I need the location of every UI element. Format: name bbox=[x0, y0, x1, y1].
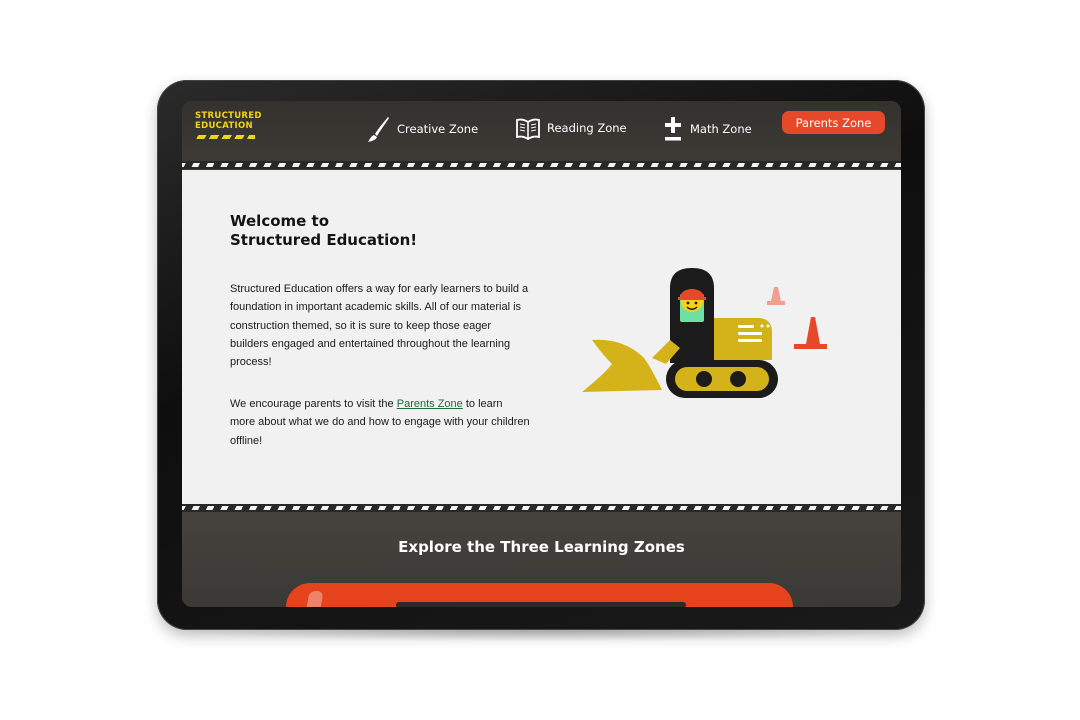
nav-math-zone[interactable]: Math Zone bbox=[662, 115, 752, 143]
site-header: STRUCTURED EDUCATION Creative Zone Readi… bbox=[182, 101, 901, 167]
logo-stripes bbox=[195, 135, 255, 139]
nav-creative-zone[interactable]: Creative Zone bbox=[367, 115, 478, 143]
card-shine bbox=[302, 591, 324, 607]
parents-zone-link[interactable]: Parents Zone bbox=[397, 398, 463, 410]
tablet-screen: STRUCTURED EDUCATION Creative Zone Readi… bbox=[182, 101, 901, 607]
paragraph-text: We encourage parents to visit the bbox=[230, 398, 397, 410]
card-inner-bar bbox=[396, 602, 686, 607]
paintbrush-icon bbox=[368, 117, 389, 142]
welcome-title: Welcome to Structured Education! bbox=[230, 212, 418, 249]
logo-text: STRUCTURED EDUCATION bbox=[195, 111, 262, 131]
road-stripe-divider bbox=[182, 161, 901, 169]
parents-zone-button[interactable]: Parents Zone bbox=[782, 111, 885, 134]
open-book-icon bbox=[516, 118, 540, 141]
nav-reading-zone[interactable]: Reading Zone bbox=[515, 115, 627, 141]
learning-zones-section: Explore the Three Learning Zones bbox=[182, 512, 901, 607]
nav-label: Reading Zone bbox=[547, 121, 627, 135]
nav-label: Math Zone bbox=[690, 122, 752, 136]
intro-paragraph: Structured Education offers a way for ea… bbox=[230, 283, 529, 369]
zone-card[interactable] bbox=[286, 583, 793, 607]
road-stripe-divider bbox=[182, 504, 901, 512]
traffic-cone bbox=[794, 317, 827, 349]
section-heading: Explore the Three Learning Zones bbox=[398, 538, 685, 556]
welcome-section: Welcome to Structured Education! Structu… bbox=[182, 170, 901, 504]
bulldozer-illustration bbox=[582, 268, 827, 398]
parents-paragraph: We encourage parents to visit the Parent… bbox=[230, 395, 530, 450]
site-logo[interactable]: STRUCTURED EDUCATION bbox=[195, 111, 265, 139]
plus-minus-icon bbox=[665, 117, 681, 141]
traffic-cone-small bbox=[767, 287, 785, 305]
nav-label: Creative Zone bbox=[397, 122, 479, 136]
